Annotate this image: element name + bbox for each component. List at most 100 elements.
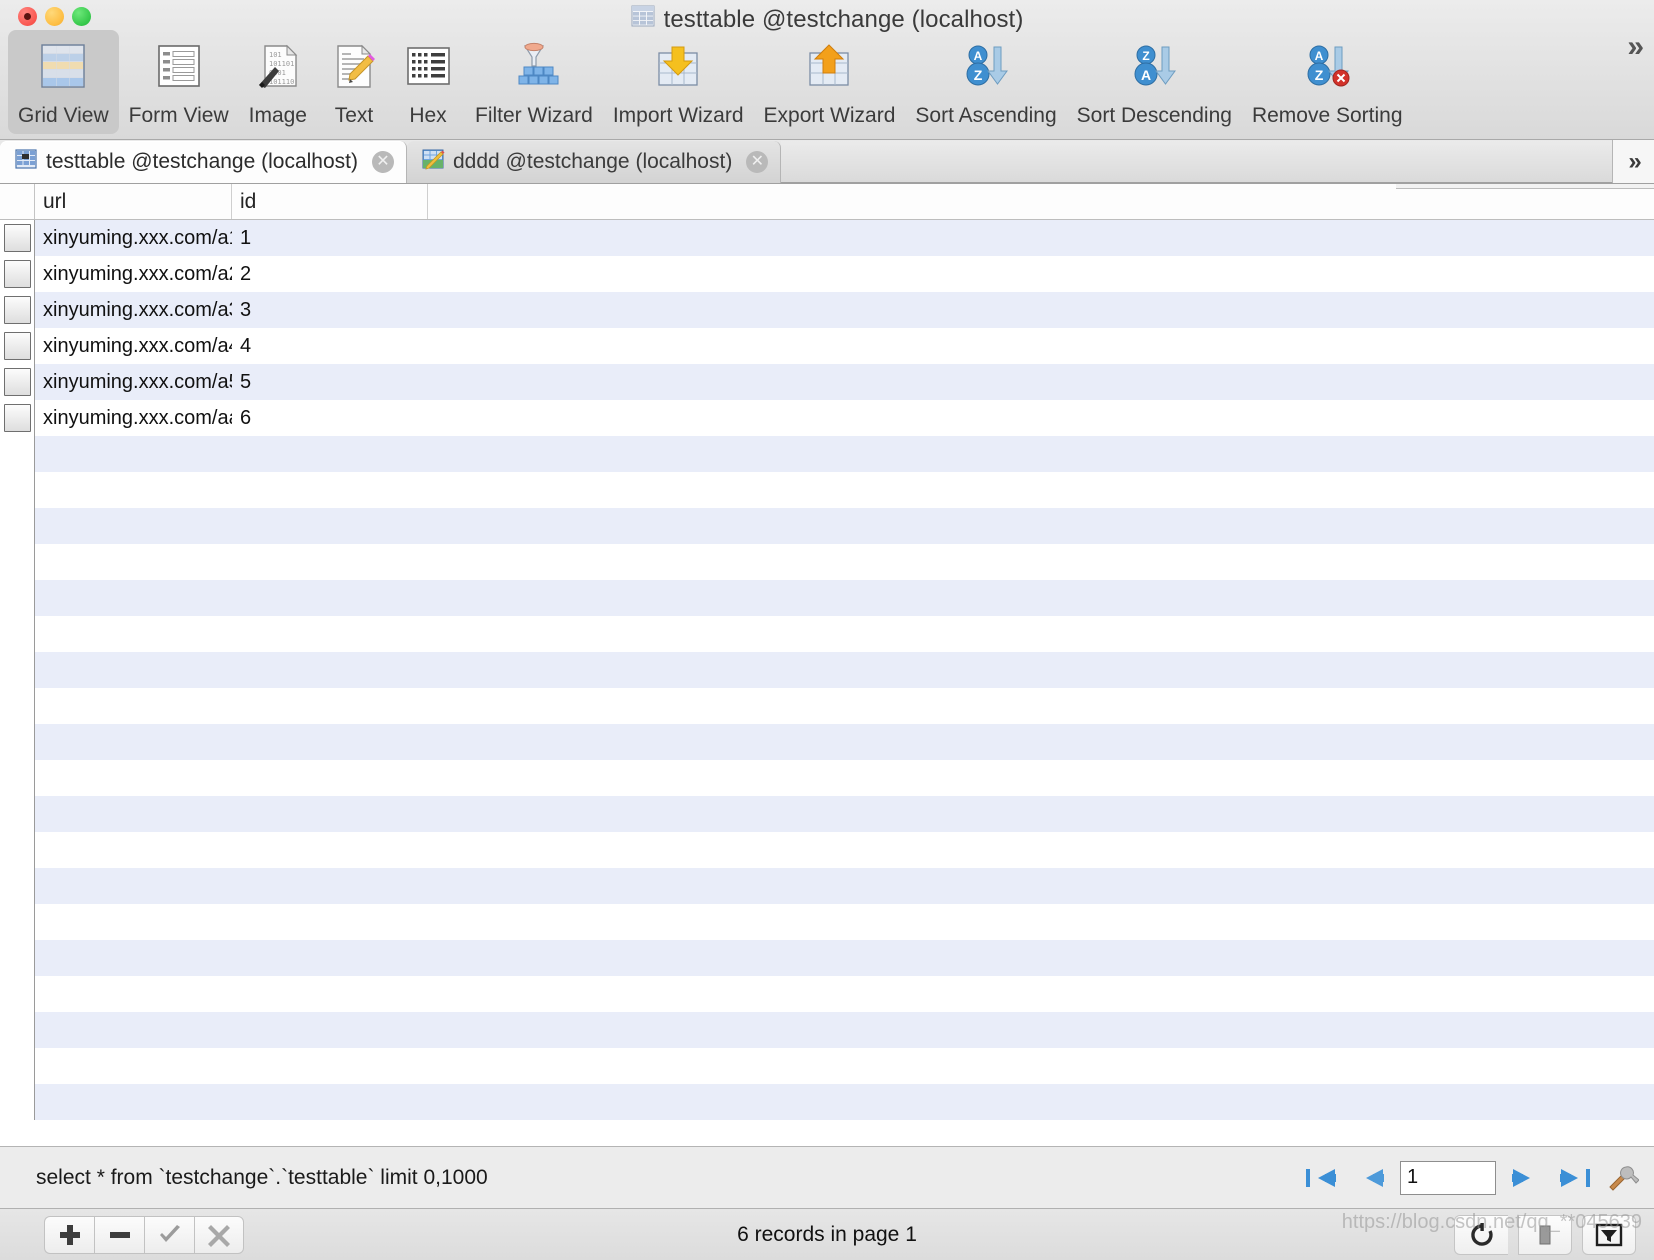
- cell-url[interactable]: xinyuming.xxx.com/a5: [35, 364, 232, 400]
- table-row[interactable]: [0, 1012, 1654, 1048]
- table-row[interactable]: [0, 436, 1654, 472]
- cell-url[interactable]: [35, 1048, 232, 1084]
- row-selector-cell[interactable]: [0, 292, 35, 328]
- table-row[interactable]: xinyuming.xxx.com/a1 1: [0, 220, 1654, 256]
- table-row[interactable]: xinyuming.xxx.com/aa 6: [0, 400, 1654, 436]
- table-row[interactable]: [0, 940, 1654, 976]
- table-row[interactable]: [0, 976, 1654, 1012]
- table-row[interactable]: xinyuming.xxx.com/a4 4: [0, 328, 1654, 364]
- cell-id[interactable]: [232, 688, 428, 724]
- toolbar-overflow-button[interactable]: »: [1627, 30, 1644, 64]
- go-next-icon[interactable]: [1510, 1163, 1544, 1193]
- tab-dddd[interactable]: dddd @testchange (localhost) ✕: [407, 141, 782, 183]
- grid-body[interactable]: xinyuming.xxx.com/a1 1 xinyuming.xxx.com/a…: [0, 220, 1654, 1146]
- toolbar-button-hex[interactable]: Hex: [391, 30, 465, 134]
- tab-close-icon[interactable]: ✕: [746, 151, 769, 173]
- table-row[interactable]: xinyuming.xxx.com/a5 5: [0, 364, 1654, 400]
- table-row[interactable]: [0, 652, 1654, 688]
- page-number-input[interactable]: 1: [1400, 1160, 1496, 1195]
- cell-url[interactable]: xinyuming.xxx.com/a2: [35, 256, 232, 292]
- table-row[interactable]: [0, 760, 1654, 796]
- cell-id[interactable]: 4: [232, 328, 428, 364]
- cell-url[interactable]: [35, 724, 232, 760]
- cancel-changes-button[interactable]: [194, 1215, 244, 1254]
- cell-id[interactable]: [232, 544, 428, 580]
- row-selector-cell[interactable]: [0, 400, 35, 436]
- horizontal-scrollbar[interactable]: [1396, 184, 1654, 189]
- table-row[interactable]: [0, 1048, 1654, 1084]
- table-row[interactable]: [0, 580, 1654, 616]
- cell-url[interactable]: xinyuming.xxx.com/a1: [35, 220, 232, 256]
- stop-button[interactable]: [1518, 1214, 1572, 1255]
- toolbar-button-sort-descending[interactable]: Z A Sort Descending: [1067, 30, 1242, 134]
- row-selector-cell[interactable]: [0, 364, 35, 400]
- cell-id[interactable]: [232, 724, 428, 760]
- cell-url[interactable]: [35, 832, 232, 868]
- cell-id[interactable]: [232, 616, 428, 652]
- table-row[interactable]: [0, 868, 1654, 904]
- go-previous-icon[interactable]: [1352, 1163, 1386, 1193]
- filter-toggle-button[interactable]: [1582, 1214, 1636, 1255]
- tools-icon[interactable]: [1606, 1163, 1640, 1193]
- toolbar-button-image[interactable]: 101 101101 0001 101110 Image: [239, 30, 317, 134]
- cell-id[interactable]: [232, 940, 428, 976]
- apply-changes-button[interactable]: [144, 1215, 194, 1254]
- cell-url[interactable]: [35, 688, 232, 724]
- row-selector-box[interactable]: [3, 224, 31, 252]
- tab-testtable[interactable]: testtable @testchange (localhost) ✕: [0, 141, 407, 183]
- table-row[interactable]: [0, 688, 1654, 724]
- cell-url[interactable]: xinyuming.xxx.com/a3: [35, 292, 232, 328]
- row-selector-cell[interactable]: [0, 256, 35, 292]
- column-header-url[interactable]: url: [35, 184, 232, 219]
- table-row[interactable]: xinyuming.xxx.com/a3 3: [0, 292, 1654, 328]
- cell-url[interactable]: [35, 760, 232, 796]
- table-row[interactable]: [0, 508, 1654, 544]
- cell-id[interactable]: 2: [232, 256, 428, 292]
- toolbar-button-form-view[interactable]: Form View: [119, 30, 239, 134]
- cell-id[interactable]: [232, 1084, 428, 1120]
- cell-url[interactable]: [35, 904, 232, 940]
- cell-url[interactable]: [35, 1084, 232, 1120]
- row-selector-cell[interactable]: [0, 328, 35, 364]
- refresh-button[interactable]: [1454, 1214, 1508, 1255]
- cell-url[interactable]: [35, 508, 232, 544]
- add-record-button[interactable]: [44, 1215, 94, 1254]
- toolbar-button-import-wizard[interactable]: Import Wizard: [603, 30, 754, 134]
- cell-url[interactable]: xinyuming.xxx.com/aa: [35, 400, 232, 436]
- cell-url[interactable]: [35, 544, 232, 580]
- cell-id[interactable]: [232, 904, 428, 940]
- toolbar-button-remove-sorting[interactable]: A Z Remove Sorting: [1242, 30, 1413, 134]
- table-row[interactable]: [0, 904, 1654, 940]
- row-selector-cell[interactable]: [0, 220, 35, 256]
- cell-url[interactable]: [35, 940, 232, 976]
- cell-url[interactable]: [35, 796, 232, 832]
- cell-id[interactable]: [232, 796, 428, 832]
- cell-id[interactable]: [232, 832, 428, 868]
- column-header-id[interactable]: id: [232, 184, 428, 219]
- row-selector-box[interactable]: [3, 368, 31, 396]
- go-first-icon[interactable]: [1304, 1163, 1338, 1193]
- cell-url[interactable]: [35, 472, 232, 508]
- cell-id[interactable]: [232, 1012, 428, 1048]
- cell-id[interactable]: [232, 760, 428, 796]
- row-selector-box[interactable]: [3, 332, 31, 360]
- cell-id[interactable]: [232, 868, 428, 904]
- cell-id[interactable]: [232, 472, 428, 508]
- toolbar-button-filter-wizard[interactable]: Filter Wizard: [465, 30, 603, 134]
- table-row[interactable]: [0, 1084, 1654, 1120]
- cell-id[interactable]: [232, 976, 428, 1012]
- cell-url[interactable]: [35, 616, 232, 652]
- cell-url[interactable]: [35, 976, 232, 1012]
- cell-id[interactable]: 6: [232, 400, 428, 436]
- cell-id[interactable]: 5: [232, 364, 428, 400]
- row-selector-box[interactable]: [3, 404, 31, 432]
- cell-id[interactable]: 1: [232, 220, 428, 256]
- cell-id[interactable]: [232, 1048, 428, 1084]
- row-selector-box[interactable]: [3, 296, 31, 324]
- table-row[interactable]: [0, 544, 1654, 580]
- cell-id[interactable]: [232, 580, 428, 616]
- toolbar-button-grid-view[interactable]: Grid View: [8, 30, 119, 134]
- table-row[interactable]: [0, 616, 1654, 652]
- row-selector-box[interactable]: [3, 260, 31, 288]
- toolbar-button-export-wizard[interactable]: Export Wizard: [754, 30, 906, 134]
